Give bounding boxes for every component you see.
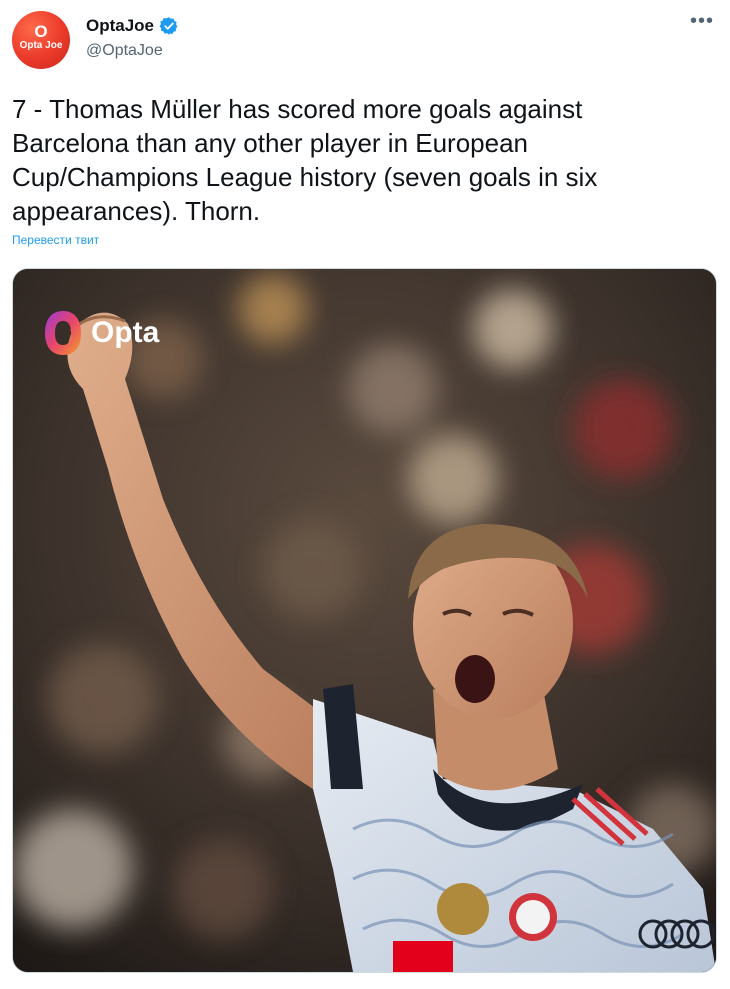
author-name-row: OptaJoe <box>86 16 179 36</box>
tweet-media-photo[interactable]: Opta <box>12 268 717 973</box>
verified-badge-icon <box>159 16 179 36</box>
translate-tweet-link[interactable]: Перевести твит <box>12 233 99 247</box>
author-display-name[interactable]: OptaJoe <box>86 16 154 36</box>
football-player-celebrating-photo <box>13 269 716 972</box>
author-avatar[interactable]: O Opta Joe <box>12 11 70 69</box>
avatar-letter: O <box>34 22 48 41</box>
avatar-wordmark: Opta Joe <box>19 40 63 51</box>
opta-watermark: Opta <box>43 309 159 357</box>
opta-logo-icon <box>45 311 81 355</box>
tweet-text: 7 - Thomas Müller has scored more goals … <box>12 94 598 226</box>
more-options-icon[interactable]: ••• <box>690 10 714 33</box>
opta-watermark-text: Opta <box>91 316 160 349</box>
author-handle[interactable]: @OptaJoe <box>86 42 163 60</box>
